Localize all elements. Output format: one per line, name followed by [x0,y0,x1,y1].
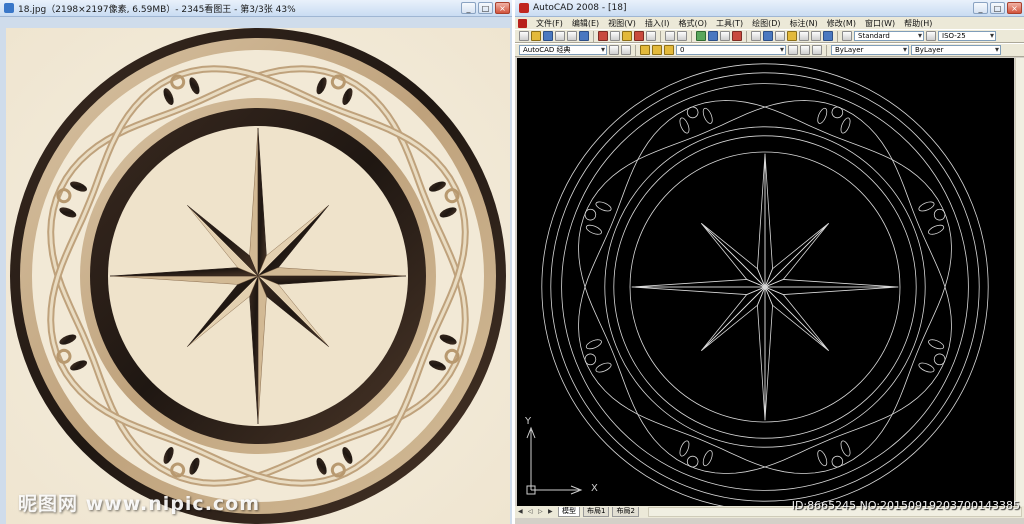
minimize-button[interactable]: _ [461,2,476,14]
ucs-icon [526,426,583,495]
image-id-text: ID:8665245 NO:20150919203700143385 [791,499,1020,512]
cad-titlebar[interactable]: AutoCAD 2008 - [18] _ □ × [515,0,1024,17]
menu-item[interactable]: 绘图(D) [752,18,780,29]
undo-icon[interactable] [665,31,675,41]
cad-medallion-drawing [526,63,989,506]
tab-model[interactable]: 模型 [558,507,580,517]
zoom-realtime-icon[interactable] [708,31,718,41]
pan-icon[interactable] [696,31,706,41]
layer-select[interactable]: 0 [676,45,786,55]
menu-item[interactable]: 标注(N) [790,18,818,29]
next-tab-arrow-icon[interactable]: ▷ [538,508,545,516]
paste-icon[interactable] [622,31,632,41]
cad-maximize-button[interactable]: □ [990,2,1005,14]
properties-icon[interactable] [751,31,761,41]
image-canvas[interactable]: 昵图网 www.nipic.com [6,28,510,524]
tab-layout1[interactable]: 布局1 [583,507,610,517]
viewer-titlebar[interactable]: 18.jpg（2198×2197像素, 6.59MB）- 2345看图王 - 第… [0,0,512,17]
tab-layout2[interactable]: 布局2 [612,507,639,517]
cad-menubar: 文件(F) 编辑(E) 视图(V) 插入(I) 格式(O) 工具(T) 绘图(D) 标注(N)… [515,17,1024,29]
markup-icon[interactable] [799,31,809,41]
menu-item[interactable]: 工具(T) [716,18,743,29]
make-current-layer-icon[interactable] [788,45,798,55]
new-file-icon[interactable] [519,31,529,41]
preview-icon[interactable] [567,31,577,41]
cut-icon[interactable] [598,31,608,41]
layer-on-icon[interactable] [652,45,662,55]
text-style-select[interactable]: Standard [854,31,924,41]
print-icon[interactable] [555,31,565,41]
viewer-app-icon [4,3,14,13]
copy-icon[interactable] [610,31,620,41]
ucs-y-label: Y [525,416,532,427]
cad-drawing-area[interactable]: Y X [517,58,1014,506]
match-properties-icon[interactable] [634,31,644,41]
dim-style-icon[interactable] [926,31,936,41]
close-button[interactable]: × [495,2,510,14]
menu-item[interactable]: 编辑(E) [572,18,599,29]
tool-palettes-icon[interactable] [775,31,785,41]
menu-item[interactable]: 文件(F) [536,18,563,29]
open-file-icon[interactable] [531,31,541,41]
calculator-icon[interactable] [811,31,821,41]
menu-item[interactable]: 帮助(H) [904,18,932,29]
linetype-select[interactable]: ByLayer [911,45,1001,55]
redo-icon[interactable] [677,31,687,41]
viewer-title: 18.jpg（2198×2197像素, 6.59MB）- 2345看图王 - 第… [18,4,296,15]
ucs-x-label: X [591,483,598,494]
dim-style-select[interactable]: ISO-25 [938,31,996,41]
zoom-window-icon[interactable] [720,31,730,41]
document-icon[interactable] [518,18,527,28]
menu-item[interactable]: 视图(V) [608,18,636,29]
menu-item[interactable]: 插入(I) [645,18,670,29]
cad-title: AutoCAD 2008 - [18] [533,3,627,13]
prev-tab-arrow-icon[interactable]: ◁ [528,508,535,516]
sheet-set-icon[interactable] [787,31,797,41]
menu-item[interactable]: 窗口(W) [865,18,895,29]
cad-minimize-button[interactable]: _ [973,2,988,14]
zoom-previous-icon[interactable] [732,31,742,41]
layer-freeze-icon[interactable] [664,45,674,55]
text-style-icon[interactable] [842,31,852,41]
standard-toolbar: Standard ISO-25 [515,29,1024,43]
layer-state-icon[interactable] [812,45,822,55]
help-icon[interactable] [823,31,833,41]
layers-toolbar: AutoCAD 经典 0 ByLayer ByLayer [515,43,1024,57]
maximize-button[interactable]: □ [478,2,493,14]
layer-previous-icon[interactable] [800,45,810,55]
autocad-app-icon [519,3,529,13]
block-editor-icon[interactable] [646,31,656,41]
cad-close-button[interactable]: × [1007,2,1022,14]
workspace-settings-icon[interactable] [609,45,619,55]
menu-item[interactable]: 格式(O) [678,18,707,29]
image-viewer-window: 18.jpg（2198×2197像素, 6.59MB）- 2345看图王 - 第… [0,0,512,524]
vertical-scrollbar[interactable] [1015,58,1024,506]
color-select[interactable]: ByLayer [831,45,909,55]
design-center-icon[interactable] [763,31,773,41]
last-tab-arrow-icon[interactable]: ▶ [548,508,555,516]
first-tab-arrow-icon[interactable]: ◀ [518,508,525,516]
publish-icon[interactable] [579,31,589,41]
layer-manager-icon[interactable] [640,45,650,55]
workspace-select[interactable]: AutoCAD 经典 [519,45,607,55]
menu-item[interactable]: 修改(M) [827,18,856,29]
save-icon[interactable] [543,31,553,41]
marble-medallion-image [6,28,510,524]
save-workspace-icon[interactable] [621,45,631,55]
autocad-window: AutoCAD 2008 - [18] _ □ × 文件(F) 编辑(E) 视图(V… [515,0,1024,524]
watermark-text: 昵图网 www.nipic.com [18,493,261,515]
